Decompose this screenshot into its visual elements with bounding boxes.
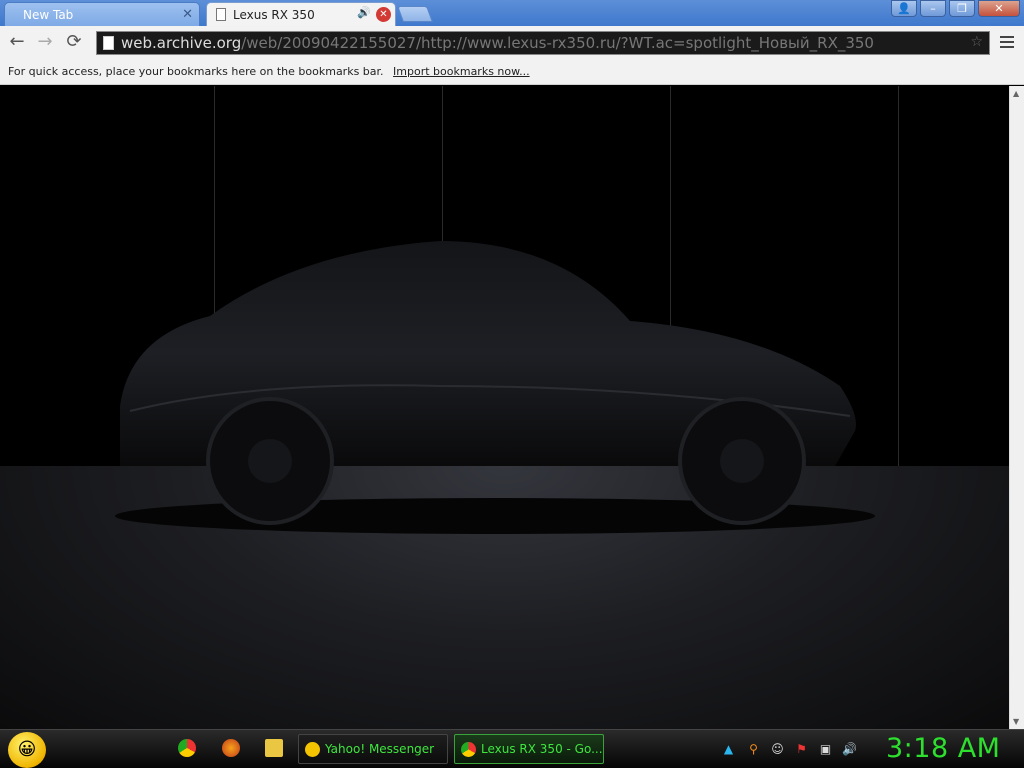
firefox-icon[interactable] xyxy=(222,739,240,757)
bookmarks-bar: For quick access, place your bookmarks h… xyxy=(0,58,1024,85)
close-icon[interactable]: ✕ xyxy=(182,7,193,22)
back-button[interactable]: ← xyxy=(6,31,28,53)
display-icon[interactable]: ▣ xyxy=(818,742,833,757)
url-text: web.archive.org/web/20090422155027/http:… xyxy=(121,34,874,52)
flag-icon[interactable]: ⚑ xyxy=(794,742,809,757)
user-icon[interactable]: 👤 xyxy=(891,0,917,17)
page-content xyxy=(0,86,1009,729)
tab-label: New Tab xyxy=(23,7,74,22)
speaker-icon: 🔊 xyxy=(357,6,371,19)
volume-icon[interactable]: 🔊 xyxy=(842,742,857,757)
tab-strip: New Tab ✕ Lexus RX 350 🔊 ✕ 👤 – ❐ ✕ xyxy=(0,0,1024,26)
folder-icon[interactable] xyxy=(265,739,283,757)
scroll-up-icon[interactable]: ▲ xyxy=(1013,89,1019,98)
bookmark-star-icon[interactable]: ☆ xyxy=(970,34,983,50)
task-label: Yahoo! Messenger xyxy=(325,742,435,756)
tab-new-tab[interactable]: New Tab ✕ xyxy=(4,2,200,26)
chrome-icon[interactable] xyxy=(178,739,196,757)
minimize-button[interactable]: – xyxy=(920,0,946,17)
clock[interactable]: 3:18 AM xyxy=(886,733,1000,764)
tab-label: Lexus RX 350 xyxy=(233,7,315,22)
restore-button[interactable]: ❐ xyxy=(949,0,975,17)
page-icon xyxy=(216,8,226,21)
task-label: Lexus RX 350 - Go... xyxy=(481,742,603,756)
chrome-icon xyxy=(461,741,476,757)
address-bar[interactable]: web.archive.org/web/20090422155027/http:… xyxy=(96,31,990,55)
tab-lexus-rx-350[interactable]: Lexus RX 350 🔊 ✕ xyxy=(206,2,396,26)
network-icon[interactable]: ▲ xyxy=(721,742,736,757)
search-icon[interactable]: ⚲ xyxy=(746,742,761,757)
scroll-down-icon[interactable]: ▼ xyxy=(1013,717,1019,726)
car-silhouette-image xyxy=(115,241,875,534)
bookmarks-message: For quick access, place your bookmarks h… xyxy=(8,65,384,78)
close-icon[interactable]: ✕ xyxy=(376,7,391,22)
page-icon xyxy=(103,36,114,50)
new-tab-button[interactable] xyxy=(397,6,433,22)
taskbar-item-yahoo-messenger[interactable]: Yahoo! Messenger xyxy=(298,734,448,764)
messenger-tray-icon[interactable]: ☺ xyxy=(770,742,785,757)
start-button[interactable]: 😀 xyxy=(8,732,46,768)
menu-icon[interactable] xyxy=(998,33,1016,51)
taskbar-item-lexus-chrome[interactable]: Lexus RX 350 - Go... xyxy=(454,734,604,764)
close-window-button[interactable]: ✕ xyxy=(978,0,1020,17)
messenger-icon xyxy=(305,741,320,757)
vertical-scrollbar[interactable]: ▲ ▼ xyxy=(1009,86,1024,729)
window-controls: 👤 – ❐ ✕ xyxy=(891,0,1020,17)
forward-button[interactable]: → xyxy=(34,31,56,53)
reload-button[interactable]: ⟳ xyxy=(63,31,85,53)
taskbar: 😀 Yahoo! Messenger Lexus RX 350 - Go... … xyxy=(0,729,1024,768)
import-bookmarks-link[interactable]: Import bookmarks now... xyxy=(393,65,530,78)
